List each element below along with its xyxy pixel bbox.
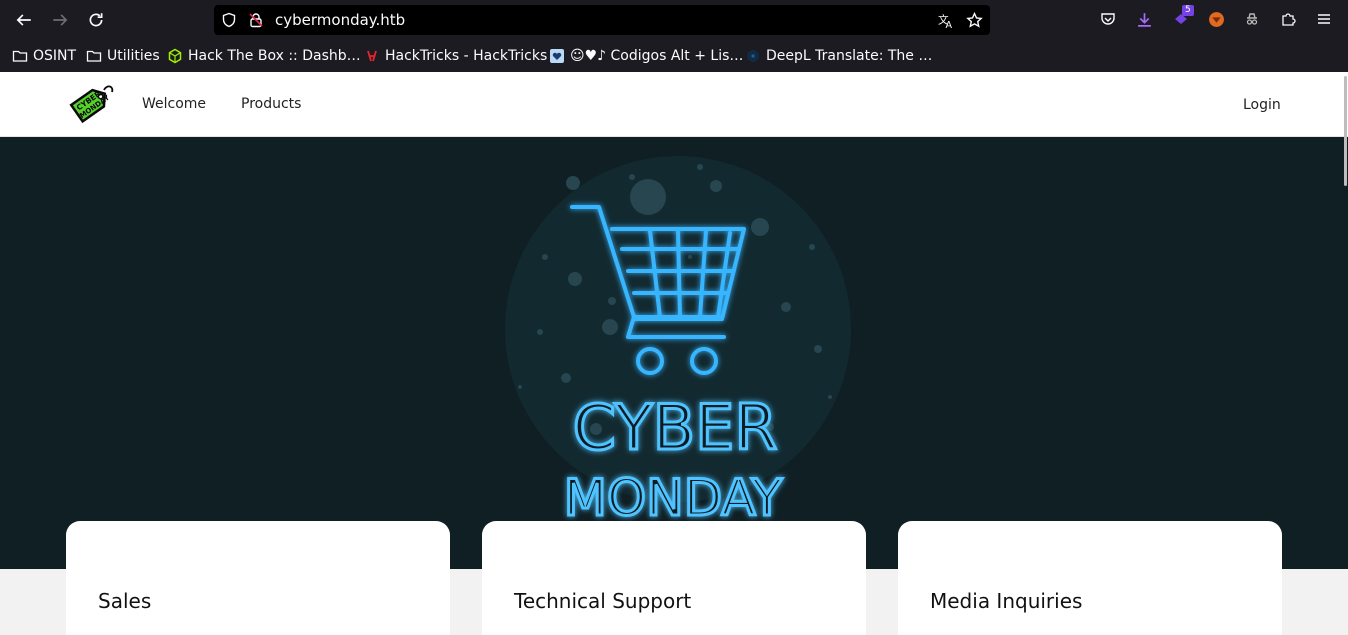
pocket-icon xyxy=(1101,13,1115,25)
hacktricks-icon xyxy=(367,50,377,62)
browser-toolbar: cybermonday.htb 文A 5 xyxy=(0,0,1348,40)
hero-banner: CYBER MONDAY xyxy=(0,137,1348,569)
scrollbar-thumb[interactable] xyxy=(1344,76,1347,186)
download-icon xyxy=(1137,12,1151,27)
bookmark-label: OSINT xyxy=(33,48,77,64)
pocket-button[interactable] xyxy=(1097,8,1119,30)
bookmark-label: HackTricks - HackTricks xyxy=(385,48,548,64)
reload-icon xyxy=(89,13,103,27)
extensions-button[interactable] xyxy=(1277,8,1299,30)
bookmark-label: DeepL Translate: The … xyxy=(766,48,933,64)
downloads-button[interactable] xyxy=(1133,8,1155,30)
extension-badge: 5 xyxy=(1182,5,1194,16)
bookmark-label: Utilities xyxy=(107,48,160,64)
bookmark-osint[interactable]: OSINT xyxy=(12,46,76,66)
bookmark-codigos-alt[interactable]: ☺♥♪ Codigos Alt + Lis… xyxy=(549,46,743,66)
address-bar[interactable]: cybermonday.htb 文A xyxy=(214,5,990,35)
bookmark-utilities[interactable]: Utilities xyxy=(86,46,160,66)
heart-icon xyxy=(550,49,564,63)
forward-button[interactable] xyxy=(46,6,74,34)
bookmark-label: Hack The Box :: Dashb… xyxy=(188,48,361,64)
card-sales: Sales xyxy=(66,521,450,635)
hamburger-menu-icon xyxy=(1318,14,1330,24)
back-button[interactable] xyxy=(10,6,38,34)
folder-icon xyxy=(12,50,28,62)
spy-icon xyxy=(1246,13,1258,25)
card-title: Technical Support xyxy=(514,589,692,613)
site-header: CYBER MONDAY Welcome Products Login xyxy=(0,72,1348,137)
bookmarks-toolbar: OSINT Utilities Hack The Box :: Dashb… H… xyxy=(0,40,1348,72)
card-media-inquiries: Media Inquiries xyxy=(898,521,1282,635)
hero-title-monday: MONDAY xyxy=(564,469,783,527)
card-technical-support: Technical Support xyxy=(482,521,866,635)
reload-button[interactable] xyxy=(82,6,110,34)
hackthebox-icon xyxy=(168,48,182,64)
deepl-icon xyxy=(747,49,759,63)
puzzle-icon xyxy=(1282,13,1296,26)
arrow-right-icon xyxy=(53,14,68,26)
folder-icon xyxy=(86,50,102,62)
card-title: Media Inquiries xyxy=(930,589,1083,613)
hero-illustration: CYBER MONDAY xyxy=(505,156,851,529)
extension-button[interactable]: 5 xyxy=(1170,5,1194,30)
shield-icon[interactable] xyxy=(220,11,238,29)
card-title: Sales xyxy=(98,589,152,613)
bookmark-deepl[interactable]: DeepL Translate: The … xyxy=(745,46,932,66)
bookmark-hacktricks[interactable]: HackTricks - HackTricks xyxy=(364,46,547,66)
bookmark-hackthebox[interactable]: Hack The Box :: Dashb… xyxy=(167,46,361,66)
fox-icon xyxy=(1208,11,1224,27)
page-scrollbar[interactable] xyxy=(1342,72,1348,635)
svg-text:A: A xyxy=(945,19,952,28)
hero-title-cyber: CYBER xyxy=(573,391,778,464)
cybermonday-logo[interactable]: CYBER MONDAY xyxy=(64,78,116,130)
nav-login[interactable]: Login xyxy=(1243,97,1281,113)
foxyproxy-button[interactable] xyxy=(1205,8,1227,30)
url-text: cybermonday.htb xyxy=(275,11,406,29)
arrow-left-icon xyxy=(16,14,31,26)
translate-icon[interactable]: 文A xyxy=(937,11,955,29)
incognito-button[interactable] xyxy=(1241,8,1263,30)
bookmark-label: ☺♥♪ Codigos Alt + Lis… xyxy=(570,48,744,64)
nav-products[interactable]: Products xyxy=(241,96,301,112)
nav-welcome[interactable]: Welcome xyxy=(142,96,206,112)
menu-button[interactable] xyxy=(1313,8,1335,30)
browser-chrome: cybermonday.htb 文A 5 OSINT Utilities Hac… xyxy=(0,0,1348,72)
insecure-lock-icon[interactable] xyxy=(247,11,265,29)
bookmark-star-icon[interactable] xyxy=(965,11,983,29)
